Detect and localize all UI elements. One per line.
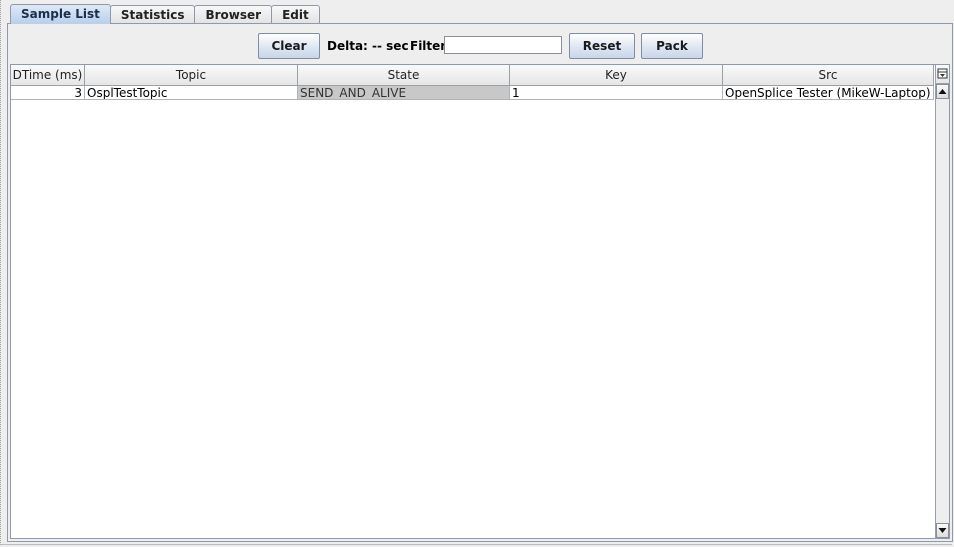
cell-state: SEND_AND_ALIVE xyxy=(298,86,510,100)
column-header-topic[interactable]: Topic xyxy=(85,65,298,85)
tab-edit[interactable]: Edit xyxy=(271,5,320,24)
column-header-key[interactable]: Key xyxy=(510,65,723,85)
sample-list-panel: Clear Delta: -- sec Filter Reset Pack DT… xyxy=(7,23,953,542)
delta-label: Delta: -- sec xyxy=(327,39,409,53)
arrow-down-icon[interactable] xyxy=(936,523,949,538)
tab-bar: Sample List Statistics Browser Edit xyxy=(10,4,320,24)
tab-sample-list[interactable]: Sample List xyxy=(10,4,111,24)
column-header-state[interactable]: State xyxy=(298,65,510,85)
cell-key: 1 xyxy=(510,86,723,100)
column-header-src[interactable]: Src xyxy=(723,65,934,85)
cell-topic: OsplTestTopic xyxy=(85,86,298,100)
filter-input[interactable] xyxy=(444,36,562,54)
sample-table: DTime (ms) Topic State Key Src 3 OsplTes… xyxy=(10,64,950,539)
column-header-dtime[interactable]: DTime (ms) xyxy=(11,65,85,85)
tab-statistics[interactable]: Statistics xyxy=(109,5,196,24)
cell-dtime: 3 xyxy=(11,86,85,100)
column-control-icon[interactable] xyxy=(935,65,949,84)
table-row[interactable]: 3 OsplTestTopic SEND_AND_ALIVE 1 OpenSpl… xyxy=(11,86,934,100)
filter-label: Filter xyxy=(410,39,447,53)
clear-button[interactable]: Clear xyxy=(258,33,320,59)
vertical-scrollbar[interactable] xyxy=(935,84,949,538)
cell-src: OpenSplice Tester (MikeW-Laptop) xyxy=(723,86,934,100)
reset-button[interactable]: Reset xyxy=(569,33,635,59)
arrow-up-icon[interactable] xyxy=(936,84,949,99)
pack-button[interactable]: Pack xyxy=(641,33,703,59)
tab-browser[interactable]: Browser xyxy=(194,5,273,24)
table-header: DTime (ms) Topic State Key Src xyxy=(11,65,934,86)
window-frame: Sample List Statistics Browser Edit Clea… xyxy=(0,0,953,545)
toolbar: Clear Delta: -- sec Filter Reset Pack xyxy=(8,32,952,60)
